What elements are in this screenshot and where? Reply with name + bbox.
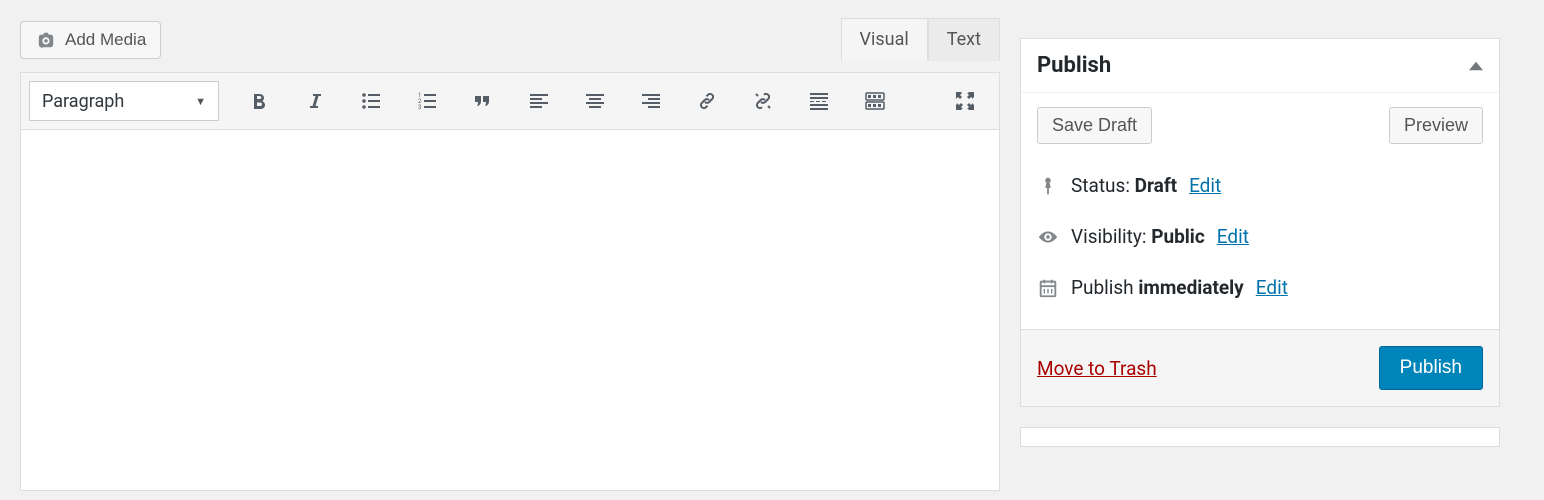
edit-schedule-link[interactable]: Edit	[1256, 276, 1288, 299]
align-center-button[interactable]	[573, 81, 617, 121]
svg-text:3: 3	[418, 104, 421, 111]
publish-title: Publish	[1037, 53, 1111, 78]
align-left-button[interactable]	[517, 81, 561, 121]
bullet-list-button[interactable]	[349, 81, 393, 121]
move-to-trash-link[interactable]: Move to Trash	[1037, 357, 1157, 380]
eye-icon	[1037, 226, 1059, 248]
schedule-row: Publish immediately Edit	[1037, 262, 1483, 313]
save-draft-button[interactable]: Save Draft	[1037, 107, 1152, 144]
link-icon	[695, 89, 719, 113]
format-dropdown[interactable]: Paragraph ▼	[29, 81, 219, 121]
edit-status-link[interactable]: Edit	[1189, 174, 1221, 197]
editor-content[interactable]	[21, 130, 999, 490]
add-media-label: Add Media	[65, 30, 146, 50]
bold-button[interactable]	[237, 81, 281, 121]
bold-icon	[247, 89, 271, 113]
add-media-button[interactable]: Add Media	[20, 21, 161, 59]
italic-icon	[303, 89, 327, 113]
format-label: Paragraph	[42, 91, 124, 112]
edit-visibility-link[interactable]: Edit	[1217, 225, 1249, 248]
visibility-row: Visibility: Public Edit	[1037, 211, 1483, 262]
schedule-label: Publish	[1071, 276, 1138, 299]
unlink-icon	[751, 89, 775, 113]
toolbar-toggle-icon	[863, 89, 887, 113]
blockquote-button[interactable]	[461, 81, 505, 121]
camera-icon	[35, 31, 57, 49]
status-value: Draft	[1135, 174, 1177, 197]
italic-button[interactable]	[293, 81, 337, 121]
editor-container: Paragraph ▼ 123	[20, 72, 1000, 491]
visibility-value: Public	[1151, 225, 1205, 248]
schedule-value: immediately	[1138, 276, 1243, 299]
readmore-icon	[807, 89, 831, 113]
dropdown-caret-icon: ▼	[195, 95, 206, 108]
next-postbox	[1020, 427, 1500, 447]
fullscreen-icon	[953, 89, 977, 113]
unlink-button[interactable]	[741, 81, 785, 121]
publish-button[interactable]: Publish	[1379, 346, 1483, 390]
align-left-icon	[527, 89, 551, 113]
quote-icon	[471, 89, 495, 113]
link-button[interactable]	[685, 81, 729, 121]
collapse-icon[interactable]	[1469, 59, 1483, 73]
align-right-icon	[639, 89, 663, 113]
toolbar-toggle-button[interactable]	[853, 81, 897, 121]
preview-button[interactable]: Preview	[1389, 107, 1483, 144]
numbered-list-icon: 123	[415, 89, 439, 113]
calendar-icon	[1037, 277, 1059, 299]
numbered-list-button[interactable]: 123	[405, 81, 449, 121]
fullscreen-button[interactable]	[943, 81, 987, 121]
tab-text[interactable]: Text	[928, 18, 1000, 61]
editor-tabs: Visual Text	[841, 18, 1000, 61]
pin-icon	[1037, 175, 1059, 197]
readmore-button[interactable]	[797, 81, 841, 121]
status-row: Status: Draft Edit	[1037, 160, 1483, 211]
publish-box: Publish Save Draft Preview Status: Draft…	[1020, 38, 1500, 407]
tab-visual[interactable]: Visual	[841, 18, 928, 61]
visibility-label: Visibility:	[1071, 225, 1151, 248]
status-label: Status:	[1071, 174, 1135, 197]
bullet-list-icon	[359, 89, 383, 113]
align-right-button[interactable]	[629, 81, 673, 121]
editor-toolbar: Paragraph ▼ 123	[21, 73, 999, 130]
align-center-icon	[583, 89, 607, 113]
